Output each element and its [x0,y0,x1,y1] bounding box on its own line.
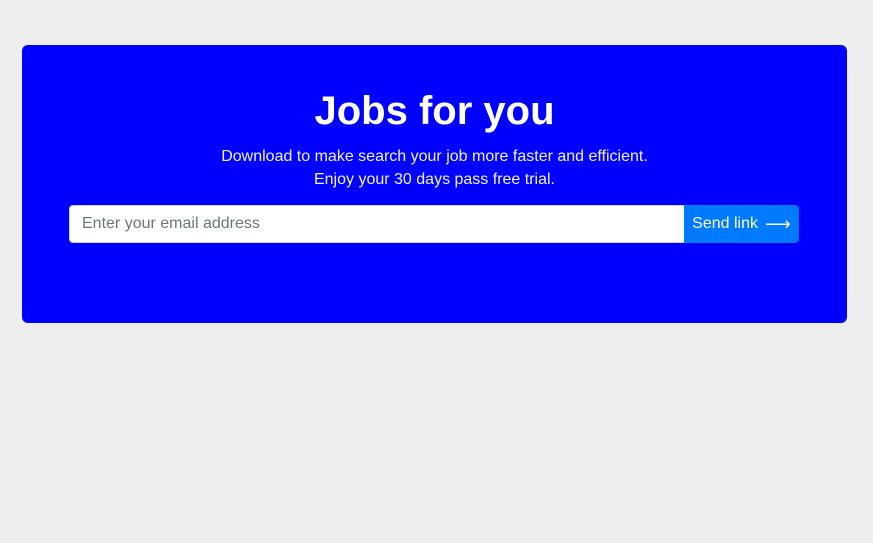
hero-card: Jobs for you Download to make search you… [22,45,847,323]
send-link-button-label: Send link [692,215,758,232]
email-signup-form: Send link ⟶ [69,205,799,243]
arrow-right-icon: ⟶ [765,214,791,234]
send-link-button[interactable]: Send link ⟶ [684,205,799,243]
email-input[interactable] [69,205,684,243]
hero-subtitle: Download to make search your job more fa… [22,145,847,191]
hero-subtitle-line-1: Download to make search your job more fa… [221,148,648,165]
hero-subtitle-line-2: Enjoy your 30 days pass free trial. [313,171,555,188]
hero-title: Jobs for you [314,89,555,133]
